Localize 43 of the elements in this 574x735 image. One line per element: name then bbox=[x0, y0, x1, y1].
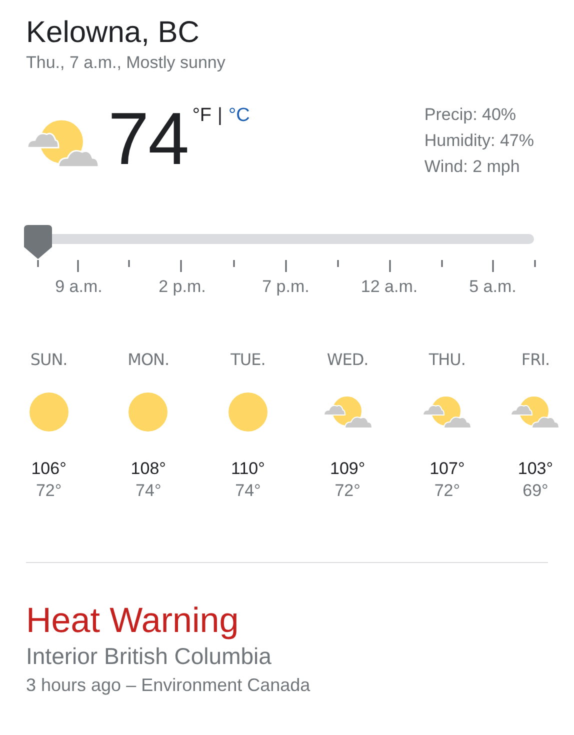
alert-source: 3 hours ago – Environment Canada bbox=[26, 674, 312, 697]
time-label: 5 a.m. bbox=[468, 276, 518, 298]
time-label: 12 a.m. bbox=[360, 276, 419, 298]
high-temperature: 107° bbox=[430, 458, 465, 480]
sun-icon bbox=[28, 392, 69, 432]
low-temperature: 72° bbox=[36, 480, 62, 502]
partly-cloudy-icon bbox=[26, 118, 100, 168]
weather-detail: Wind: 2 mph bbox=[424, 156, 521, 178]
time-label: 9 a.m. bbox=[54, 276, 104, 298]
day-label: THU. bbox=[428, 348, 466, 370]
time-label: 2 p.m. bbox=[158, 276, 207, 298]
sun-icon bbox=[128, 392, 168, 432]
time-label: 7 p.m. bbox=[261, 276, 310, 298]
low-temperature: 74° bbox=[136, 480, 162, 502]
unit-toggle[interactable]: °C bbox=[228, 102, 250, 130]
low-temperature: 72° bbox=[434, 480, 460, 502]
low-temperature: 69° bbox=[522, 480, 548, 502]
unit-toggle[interactable]: °F bbox=[192, 102, 212, 130]
current-temperature: 74 bbox=[108, 102, 188, 176]
weather-detail: Humidity: 47% bbox=[424, 130, 534, 152]
day-label: WED. bbox=[326, 348, 368, 370]
low-temperature: 72° bbox=[334, 480, 360, 502]
sun-icon bbox=[228, 392, 268, 432]
alert-region: Interior British Columbia bbox=[26, 642, 272, 670]
high-temperature: 109° bbox=[330, 458, 366, 480]
alert-title: Heat Warning bbox=[26, 600, 240, 640]
partly-cloudy-icon bbox=[510, 394, 560, 428]
high-temperature: 108° bbox=[130, 458, 166, 480]
day-label: MON. bbox=[128, 348, 170, 370]
unit-separator: | bbox=[218, 104, 222, 128]
location-title: Kelowna, BC bbox=[26, 15, 200, 51]
partly-cloudy-icon bbox=[422, 394, 472, 428]
high-temperature: 103° bbox=[518, 458, 554, 480]
low-temperature: 74° bbox=[235, 480, 261, 502]
partly-cloudy-icon bbox=[322, 394, 373, 428]
weather-summary: Thu., 7 a.m., Mostly sunny bbox=[26, 52, 226, 74]
day-label: SUN. bbox=[30, 348, 68, 370]
day-label: FRI. bbox=[521, 348, 550, 370]
high-temperature: 110° bbox=[231, 458, 265, 480]
day-label: TUE. bbox=[230, 348, 266, 370]
weather-detail: Precip: 40% bbox=[424, 104, 518, 126]
high-temperature: 106° bbox=[31, 458, 66, 480]
timeline-handle[interactable] bbox=[24, 225, 52, 259]
